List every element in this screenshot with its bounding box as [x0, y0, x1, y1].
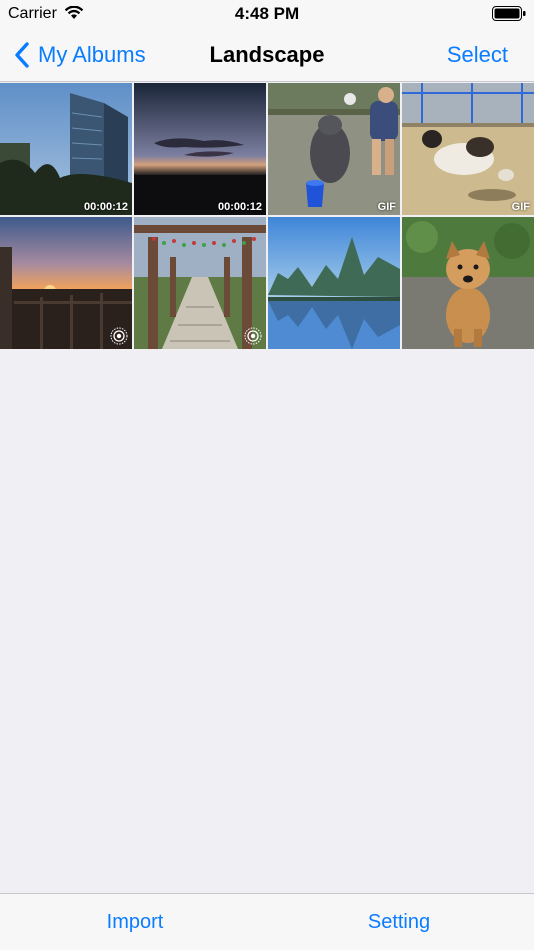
grid-item-live-photo[interactable] [134, 217, 266, 349]
thumbnail-puppy [402, 217, 534, 349]
status-bar: Carrier 4:48 PM [0, 0, 534, 30]
duration-badge: 00:00:12 [217, 201, 262, 213]
live-photo-icon [244, 327, 262, 345]
chevron-left-icon [15, 42, 29, 68]
grid-item-live-photo[interactable] [0, 217, 132, 349]
thumbnail-dog-playing [402, 83, 534, 215]
grid-item-photo[interactable] [402, 217, 534, 349]
duration-badge: 00:00:12 [83, 201, 128, 213]
battery-icon [492, 6, 526, 21]
grid-item-video[interactable]: 00:00:12 [134, 83, 266, 215]
bottom-toolbar: Import Setting [0, 893, 534, 950]
gif-badge: GIF [511, 201, 530, 213]
grid-item-gif[interactable]: GIF [268, 83, 400, 215]
grid-item-gif[interactable]: GIF [402, 83, 534, 215]
back-button[interactable]: My Albums [14, 40, 146, 70]
thumbnail-city-building [0, 83, 132, 215]
setting-button[interactable]: Setting [264, 911, 534, 934]
grid-item-photo[interactable] [268, 217, 400, 349]
live-photo-icon [110, 327, 128, 345]
thumbnail-karst-lake [268, 217, 400, 349]
gif-badge: GIF [377, 201, 396, 213]
grid-item-video[interactable]: 00:00:12 [0, 83, 132, 215]
navigation-bar: My Albums Landscape Select [0, 30, 534, 82]
clock: 4:48 PM [234, 4, 300, 23]
thumbnail-pig-and-kid [268, 83, 400, 215]
import-button[interactable]: Import [0, 911, 270, 934]
thumbnail-dusk-sky [134, 83, 266, 215]
select-button[interactable]: Select [447, 42, 508, 68]
photo-grid: 00:00:12 00:00:12 GIF GIF [0, 83, 534, 349]
back-button-label: My Albums [38, 42, 146, 67]
